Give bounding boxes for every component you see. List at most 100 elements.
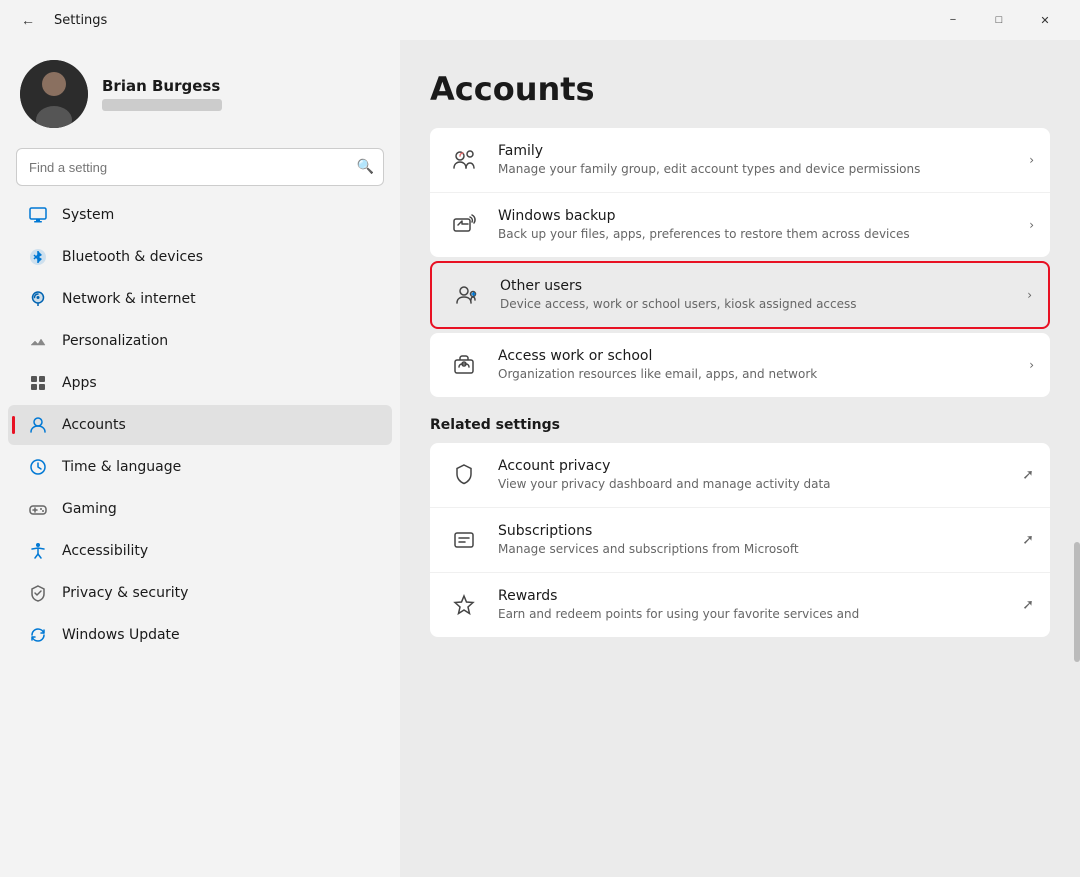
backup-icon (446, 207, 482, 243)
card-related: Account privacy View your privacy dashbo… (430, 443, 1050, 637)
row-rewards[interactable]: Rewards Earn and redeem points for using… (430, 573, 1050, 637)
subscriptions-external: ➚ (1022, 532, 1034, 548)
nav-personalization[interactable]: Personalization (8, 321, 392, 361)
time-icon (28, 457, 48, 477)
access-work-chevron: › (1029, 358, 1034, 372)
system-label: System (62, 207, 114, 223)
app-title: Settings (54, 13, 107, 28)
account-privacy-text: Account privacy View your privacy dashbo… (498, 458, 1006, 493)
avatar (20, 60, 88, 128)
family-subtitle: Manage your family group, edit account t… (498, 161, 1013, 178)
family-text: Family Manage your family group, edit ac… (498, 143, 1013, 178)
rewards-external: ➚ (1022, 597, 1034, 613)
card-work-school: Access work or school Organization resou… (430, 333, 1050, 397)
other-users-subtitle: Device access, work or school users, kio… (500, 296, 1011, 313)
user-email-bar (102, 99, 222, 111)
backup-chevron: › (1029, 218, 1034, 232)
system-icon (28, 205, 48, 225)
access-work-text: Access work or school Organization resou… (498, 348, 1013, 383)
nav-system[interactable]: System (8, 195, 392, 235)
nav-time[interactable]: Time & language (8, 447, 392, 487)
bluetooth-label: Bluetooth & devices (62, 249, 203, 265)
rewards-title: Rewards (498, 588, 1006, 604)
update-icon (28, 625, 48, 645)
accessibility-icon (28, 541, 48, 561)
shield-icon (446, 457, 482, 493)
rewards-subtitle: Earn and redeem points for using your fa… (498, 606, 1006, 623)
row-windows-backup[interactable]: Windows backup Back up your files, apps,… (430, 193, 1050, 257)
account-privacy-title: Account privacy (498, 458, 1006, 474)
network-icon (28, 289, 48, 309)
row-other-users[interactable]: Other users Device access, work or schoo… (432, 263, 1048, 327)
nav-accounts[interactable]: Accounts (8, 405, 392, 445)
close-button[interactable]: ✕ (1022, 5, 1068, 35)
accessibility-label: Accessibility (62, 543, 148, 559)
user-name: Brian Burgess (102, 77, 222, 95)
nav-update[interactable]: Windows Update (8, 615, 392, 655)
subscriptions-title: Subscriptions (498, 523, 1006, 539)
backup-title: Windows backup (498, 208, 1013, 224)
scrollbar-track[interactable] (1074, 40, 1080, 877)
active-indicator (12, 416, 15, 434)
search-box: 🔍 (16, 148, 384, 186)
subscriptions-icon (446, 522, 482, 558)
accounts-label: Accounts (62, 417, 126, 433)
card-family-backup: Family Manage your family group, edit ac… (430, 128, 1050, 257)
privacy-label: Privacy & security (62, 585, 188, 601)
page-title: Accounts (430, 70, 1050, 108)
rewards-text: Rewards Earn and redeem points for using… (498, 588, 1006, 623)
personalization-label: Personalization (62, 333, 168, 349)
access-work-title: Access work or school (498, 348, 1013, 364)
app-body: Brian Burgess 🔍 System (0, 40, 1080, 877)
apps-label: Apps (62, 375, 97, 391)
apps-icon (28, 373, 48, 393)
card-other-users: Other users Device access, work or schoo… (430, 261, 1050, 329)
row-account-privacy[interactable]: Account privacy View your privacy dashbo… (430, 443, 1050, 508)
user-info: Brian Burgess (102, 77, 222, 111)
nav-accessibility[interactable]: Accessibility (8, 531, 392, 571)
account-privacy-external: ➚ (1022, 467, 1034, 483)
family-icon (446, 142, 482, 178)
other-users-icon (448, 277, 484, 313)
privacy-icon (28, 583, 48, 603)
nav-bluetooth[interactable]: Bluetooth & devices (8, 237, 392, 277)
window-controls: − □ ✕ (930, 5, 1068, 35)
update-label: Windows Update (62, 627, 180, 643)
time-label: Time & language (62, 459, 181, 475)
titlebar: ← Settings − □ ✕ (0, 0, 1080, 40)
nav-privacy[interactable]: Privacy & security (8, 573, 392, 613)
gaming-label: Gaming (62, 501, 117, 517)
account-privacy-subtitle: View your privacy dashboard and manage a… (498, 476, 1006, 493)
sidebar: Brian Burgess 🔍 System (0, 40, 400, 877)
personalization-icon (28, 331, 48, 351)
row-access-work[interactable]: Access work or school Organization resou… (430, 333, 1050, 397)
family-title: Family (498, 143, 1013, 159)
maximize-button[interactable]: □ (976, 5, 1022, 35)
gaming-icon (28, 499, 48, 519)
work-icon (446, 347, 482, 383)
row-family[interactable]: Family Manage your family group, edit ac… (430, 128, 1050, 193)
search-input[interactable] (16, 148, 384, 186)
bluetooth-icon (28, 247, 48, 267)
backup-text: Windows backup Back up your files, apps,… (498, 208, 1013, 243)
row-subscriptions[interactable]: Subscriptions Manage services and subscr… (430, 508, 1050, 573)
subscriptions-text: Subscriptions Manage services and subscr… (498, 523, 1006, 558)
backup-subtitle: Back up your files, apps, preferences to… (498, 226, 1013, 243)
other-users-title: Other users (500, 278, 1011, 294)
other-users-text: Other users Device access, work or schoo… (500, 278, 1011, 313)
family-chevron: › (1029, 153, 1034, 167)
nav-apps[interactable]: Apps (8, 363, 392, 403)
user-profile[interactable]: Brian Burgess (0, 40, 400, 148)
nav-network[interactable]: Network & internet (8, 279, 392, 319)
network-label: Network & internet (62, 291, 196, 307)
rewards-icon (446, 587, 482, 623)
related-settings-title: Related settings (430, 417, 1050, 433)
access-work-subtitle: Organization resources like email, apps,… (498, 366, 1013, 383)
back-button[interactable]: ← (12, 4, 44, 36)
minimize-button[interactable]: − (930, 5, 976, 35)
accounts-icon (28, 415, 48, 435)
other-users-chevron: › (1027, 288, 1032, 302)
subscriptions-subtitle: Manage services and subscriptions from M… (498, 541, 1006, 558)
nav-gaming[interactable]: Gaming (8, 489, 392, 529)
scrollbar-thumb (1074, 542, 1080, 662)
